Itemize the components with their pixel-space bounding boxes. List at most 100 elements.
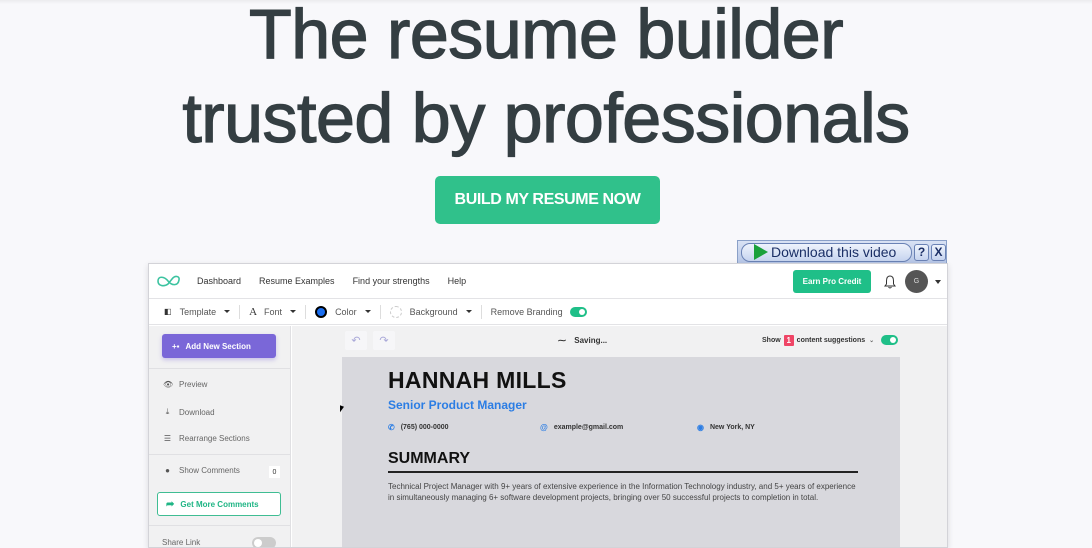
add-section-icon: +▪ bbox=[172, 341, 180, 351]
divider bbox=[305, 304, 307, 319]
download-video-label: Download this video bbox=[771, 244, 897, 260]
rearrange-icon: ☰ bbox=[163, 434, 172, 443]
add-new-section-label: Add New Section bbox=[185, 341, 251, 351]
spinner-icon: ⁓ bbox=[558, 336, 566, 345]
share-arrow-icon: ➦ bbox=[166, 498, 175, 510]
resume-location[interactable]: ◉ New York, NY bbox=[697, 423, 755, 432]
bell-icon[interactable] bbox=[884, 275, 896, 289]
nav-dashboard[interactable]: Dashboard bbox=[197, 276, 241, 286]
divider bbox=[239, 304, 241, 319]
nav-find-strengths[interactable]: Find your strengths bbox=[353, 276, 430, 286]
resume-name[interactable]: HANNAH MILLS bbox=[388, 367, 567, 394]
phone-value: (765) 000-0000 bbox=[400, 424, 449, 431]
eye-icon: 👁 bbox=[163, 380, 174, 389]
divider bbox=[379, 304, 381, 319]
divider bbox=[480, 304, 482, 319]
undo-icon: ↶ bbox=[351, 335, 361, 347]
nav-help[interactable]: Help bbox=[448, 276, 467, 286]
resume-job-title[interactable]: Senior Product Manager bbox=[388, 398, 527, 412]
download-icon: ⤓ bbox=[165, 407, 170, 416]
resume-document[interactable]: HANNAH MILLS Senior Product Manager ✆ (7… bbox=[342, 357, 900, 547]
email-value: example@gmail.com bbox=[553, 424, 624, 431]
color-dropdown[interactable]: Color bbox=[315, 305, 371, 318]
remove-branding: Remove Branding bbox=[490, 306, 587, 317]
download-video-button[interactable]: Download this video bbox=[741, 242, 913, 262]
redo-button[interactable]: ↷ bbox=[373, 331, 395, 350]
logo-icon[interactable] bbox=[156, 274, 182, 288]
template-icon: ◧ bbox=[164, 307, 172, 316]
summary-divider bbox=[388, 471, 858, 473]
preview-label: Preview bbox=[179, 380, 208, 389]
share-link-label: Share Link bbox=[162, 538, 201, 547]
rearrange-label: Rearrange Sections bbox=[179, 434, 250, 443]
chevron-down-icon bbox=[465, 310, 472, 313]
divider bbox=[149, 525, 291, 526]
suggestions-toggle[interactable] bbox=[881, 335, 898, 345]
at-icon: @ bbox=[540, 423, 548, 432]
earn-pro-credit-button[interactable]: Earn Pro Credit bbox=[793, 270, 871, 293]
show-comments-label: Show Comments bbox=[179, 466, 240, 475]
remove-branding-toggle[interactable] bbox=[569, 306, 587, 317]
editor-sidebar: +▪ Add New Section 👁 Preview ⤓ Download … bbox=[149, 326, 291, 547]
chevron-down-icon: ⌄ bbox=[869, 338, 875, 344]
color-label: Color bbox=[335, 306, 357, 317]
divider bbox=[149, 454, 291, 455]
resume-phone[interactable]: ✆ (765) 000-0000 bbox=[388, 423, 449, 432]
comment-icon: ● bbox=[165, 466, 170, 475]
redo-icon: ↷ bbox=[379, 335, 389, 347]
chevron-down-icon bbox=[290, 310, 297, 313]
get-more-comments-label: Get More Comments bbox=[180, 499, 259, 509]
share-link-toggle[interactable] bbox=[252, 537, 276, 547]
background-dropdown[interactable]: Background bbox=[389, 305, 472, 318]
avatar[interactable]: G bbox=[905, 270, 928, 293]
chevron-down-icon[interactable] bbox=[935, 280, 941, 284]
location-pin-icon: ◉ bbox=[697, 423, 704, 432]
hero-title: The resume builder trusted by profession… bbox=[0, 0, 1092, 160]
mouse-cursor-icon bbox=[340, 405, 344, 414]
remove-branding-label: Remove Branding bbox=[490, 306, 563, 317]
font-dropdown[interactable]: A Font bbox=[249, 305, 297, 318]
hero-title-line-1: The resume builder bbox=[248, 0, 844, 74]
suggestion-count-badge: 1 bbox=[783, 335, 794, 346]
background-label: Background bbox=[409, 306, 458, 317]
resume-email[interactable]: @ example@gmail.com bbox=[540, 423, 623, 432]
saving-label: Saving... bbox=[574, 336, 608, 345]
hero-title-line-2: trusted by professionals bbox=[182, 78, 911, 157]
comments-count-badge: 0 bbox=[269, 466, 280, 478]
editor-toolbar: ◧ Template A Font Color Background Remov… bbox=[149, 299, 947, 325]
sidebar-item-show-comments[interactable]: ● Show Comments bbox=[163, 466, 240, 475]
nav-resume-examples[interactable]: Resume Examples bbox=[259, 276, 335, 286]
app-nav: Dashboard Resume Examples Find your stre… bbox=[149, 264, 947, 299]
font-icon: A bbox=[249, 305, 258, 318]
sidebar-item-rearrange[interactable]: ☰ Rearrange Sections bbox=[163, 434, 250, 443]
divider bbox=[149, 368, 291, 369]
template-dropdown[interactable]: ◧ Template bbox=[164, 306, 231, 317]
download-label: Download bbox=[179, 407, 215, 417]
phone-icon: ✆ bbox=[388, 423, 395, 432]
undo-button[interactable]: ↶ bbox=[345, 331, 367, 350]
get-more-comments-button[interactable]: ➦ Get More Comments bbox=[157, 492, 281, 516]
content-suggestions-dropdown[interactable]: Show 1 content suggestions ⌄ bbox=[762, 335, 874, 346]
close-button[interactable]: X bbox=[931, 243, 946, 261]
background-pattern-icon bbox=[389, 305, 402, 318]
sidebar-item-download[interactable]: ⤓ Download bbox=[163, 407, 215, 417]
font-label: Font bbox=[264, 306, 283, 317]
chevron-down-icon bbox=[364, 310, 371, 313]
app-preview-window: Dashboard Resume Examples Find your stre… bbox=[148, 263, 948, 548]
build-resume-button[interactable]: BUILD MY RESUME NOW bbox=[435, 176, 660, 224]
color-swatch-icon bbox=[315, 305, 328, 318]
template-label: Template bbox=[179, 306, 217, 317]
chevron-down-icon bbox=[224, 310, 231, 313]
download-video-overlay: Download this video ? X bbox=[737, 240, 947, 264]
add-new-section-button[interactable]: +▪ Add New Section bbox=[162, 334, 276, 358]
summary-heading[interactable]: SUMMARY bbox=[388, 450, 470, 468]
help-button[interactable]: ? bbox=[914, 243, 930, 261]
play-icon bbox=[754, 244, 768, 260]
editor-canvas: ↶ ↷ ⁓ Saving... Show 1 content suggestio… bbox=[292, 326, 947, 547]
suggest-suffix: content suggestions bbox=[796, 337, 866, 344]
sidebar-item-preview[interactable]: 👁 Preview bbox=[163, 380, 207, 389]
location-value: New York, NY bbox=[709, 424, 755, 431]
summary-text[interactable]: Technical Project Manager with 9+ years … bbox=[388, 481, 858, 503]
saving-status: ⁓ Saving... bbox=[558, 336, 607, 345]
suggest-prefix: Show bbox=[762, 337, 781, 344]
